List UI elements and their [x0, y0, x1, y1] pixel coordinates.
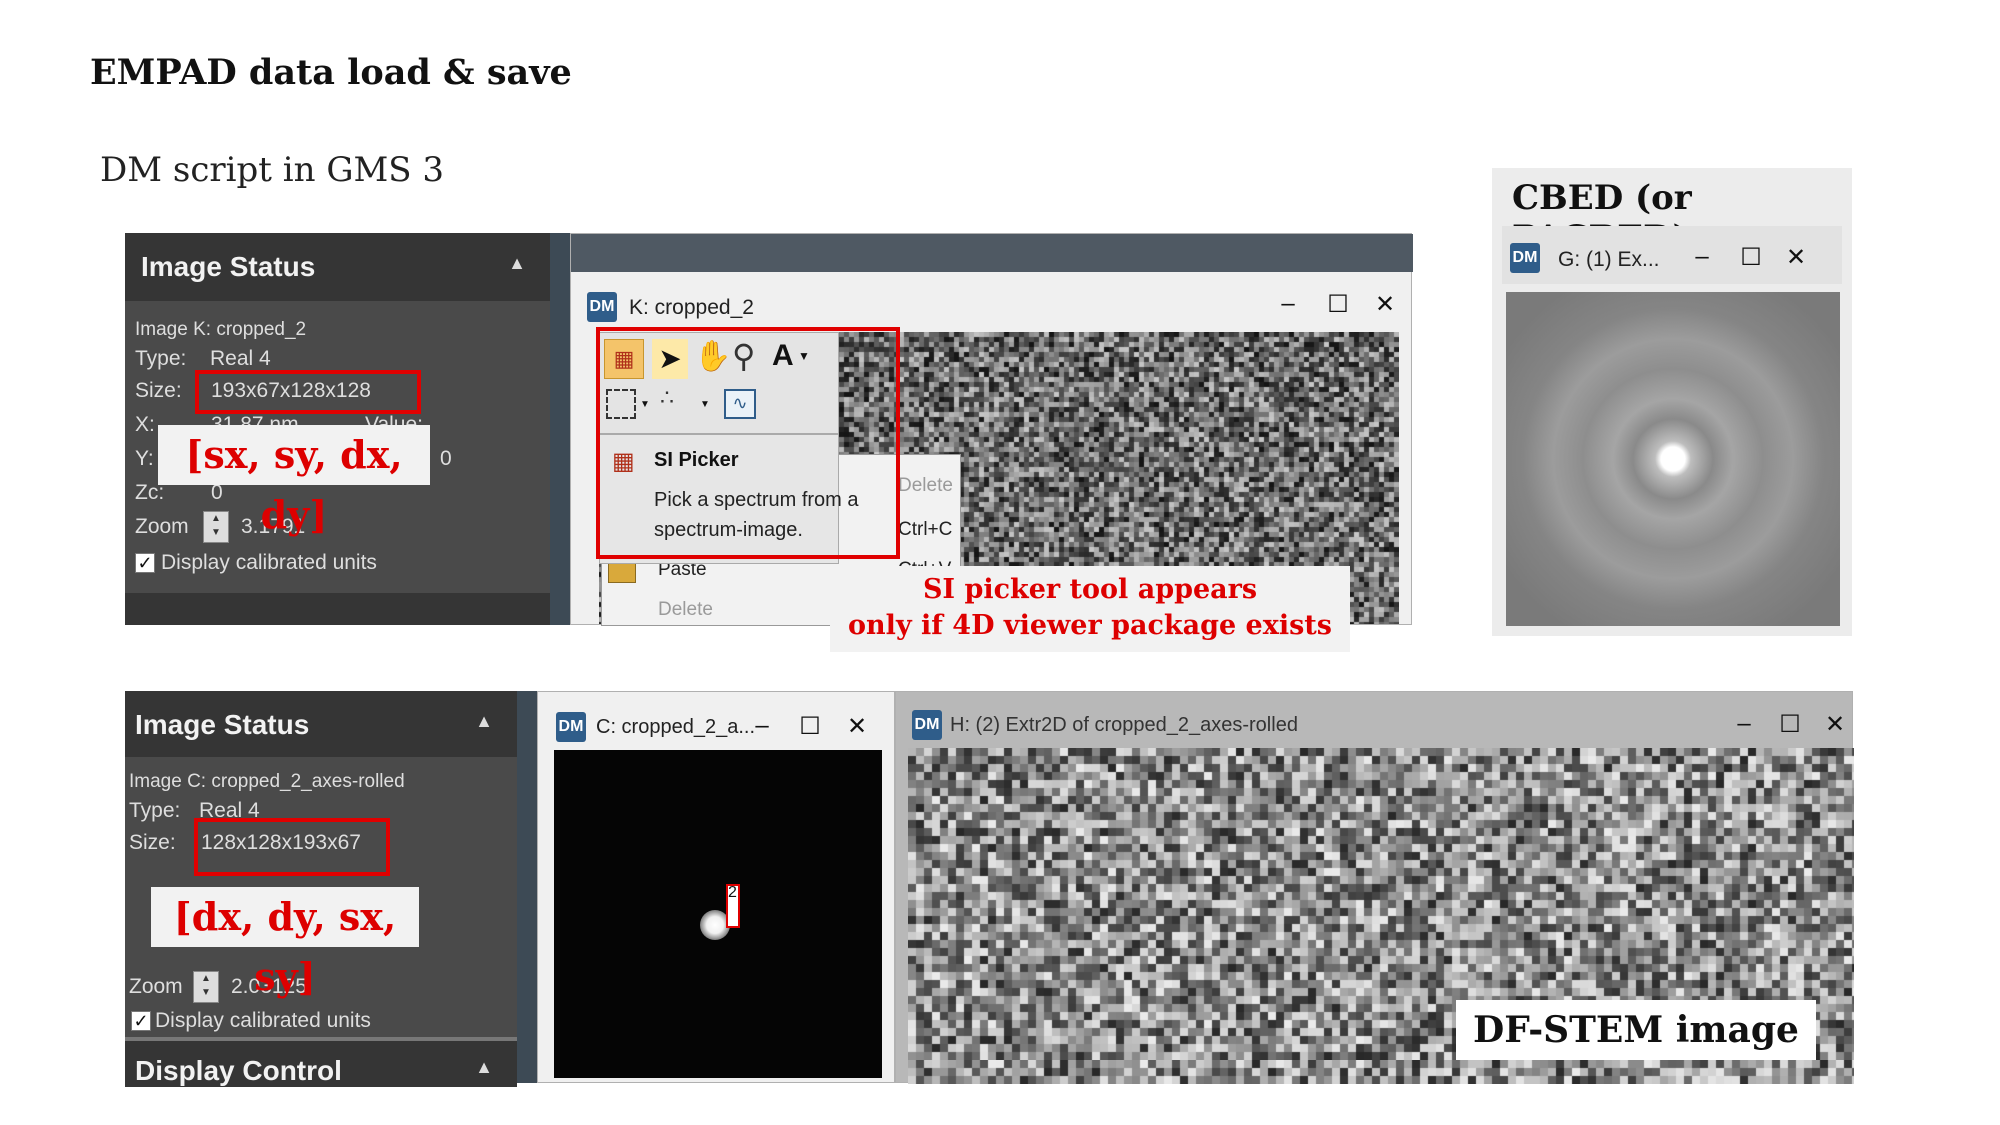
roi-marker[interactable]: 2	[726, 884, 740, 928]
panel-bottom-strip	[125, 593, 550, 625]
display-calibrated-label: Display calibrated units	[155, 1009, 371, 1032]
y-tail: 0	[440, 447, 452, 470]
minimize-button[interactable]: –	[1730, 710, 1758, 738]
cbed-panel: CBED (or PACBED) DM G: (1) Ex... – ☐ ✕	[1492, 168, 1852, 636]
type-label: Type:	[135, 347, 187, 370]
window-k-top-strip	[571, 234, 1413, 272]
size-highlight-box	[194, 818, 390, 876]
menu-shortcut-copy: Ctrl+C	[898, 519, 953, 540]
maximize-button[interactable]: ☐	[796, 712, 824, 741]
close-button[interactable]: ✕	[843, 712, 871, 741]
df-stem-label: DF-STEM image	[1456, 1000, 1816, 1060]
maximize-button[interactable]: ☐	[1737, 243, 1765, 272]
close-button[interactable]: ✕	[1371, 290, 1399, 319]
window-h-title: H: (2) Extr2D of cropped_2_axes-rolled	[950, 714, 1298, 736]
maximize-button[interactable]: ☐	[1324, 290, 1352, 319]
display-control-title: Display Control	[135, 1055, 342, 1086]
close-button[interactable]: ✕	[1782, 243, 1810, 272]
size-label: Size:	[135, 379, 182, 402]
roi-marker-label: 2	[728, 884, 737, 901]
image-status-header[interactable]: Image Status ▲	[125, 691, 517, 757]
si-note-line2: only if 4D viewer package exists	[848, 610, 1332, 641]
menu-item-delete-bottom[interactable]: Delete	[658, 599, 713, 621]
window-c-title: C: cropped_2_a...	[596, 716, 755, 738]
zoom-label: Zoom	[135, 515, 189, 538]
dm-app-icon: DM	[1510, 243, 1540, 273]
si-picker-highlight-box	[596, 327, 900, 559]
image-status-title: Image Status	[135, 709, 310, 740]
type-value: Real 4	[210, 347, 271, 370]
zoom-stepper[interactable]: ▲ ▼	[203, 511, 229, 543]
paste-icon	[608, 561, 636, 583]
minimize-button[interactable]: –	[748, 712, 776, 740]
panel-separator-top	[550, 233, 570, 625]
dm-app-icon: DM	[912, 710, 942, 740]
collapse-icon[interactable]: ▲	[508, 253, 526, 274]
x-label: X:	[135, 413, 155, 436]
image-status-header[interactable]: Image Status ▲	[125, 233, 550, 301]
display-calibrated-label: Display calibrated units	[161, 551, 377, 574]
si-note-line1: SI picker tool appears	[922, 574, 1258, 605]
display-calibrated-checkbox[interactable]: ✓	[131, 1011, 151, 1031]
image-name-line: Image C: cropped_2_axes-rolled	[129, 771, 405, 792]
size-highlight-box	[195, 370, 421, 414]
menu-item-delete-top[interactable]: Delete	[898, 475, 953, 497]
bottom-size-annotation: [dx, dy, sx, sy]	[151, 887, 419, 999]
display-calibrated-checkbox[interactable]: ✓	[135, 553, 155, 573]
collapse-icon[interactable]: ▲	[475, 711, 493, 732]
diffraction-image[interactable]: 2	[554, 750, 882, 1078]
dm-app-icon: DM	[587, 292, 617, 322]
window-c: DM C: cropped_2_a... – ☐ ✕ 2	[537, 691, 895, 1083]
minimize-button[interactable]: –	[1274, 290, 1302, 318]
image-status-title: Image Status	[141, 251, 316, 282]
si-picker-note: SI picker tool appears only if 4D viewer…	[830, 566, 1350, 652]
minimize-button[interactable]: –	[1688, 243, 1716, 271]
collapse-icon[interactable]: ▲	[475, 1057, 493, 1078]
image-name-line: Image K: cropped_2	[135, 319, 307, 340]
zoom-stepper[interactable]: ▲ ▼	[193, 971, 219, 1003]
y-label: Y:	[135, 447, 154, 470]
close-button[interactable]: ✕	[1821, 710, 1849, 739]
cbed-window-title: G: (1) Ex...	[1558, 248, 1660, 271]
size-label: Size:	[129, 831, 176, 854]
dm-app-icon: DM	[556, 712, 586, 742]
display-control-header[interactable]: Display Control ▲	[125, 1037, 517, 1087]
page-subtitle: DM script in GMS 3	[100, 150, 445, 190]
type-label: Type:	[129, 799, 181, 822]
cbed-pattern-image[interactable]	[1506, 292, 1840, 626]
maximize-button[interactable]: ☐	[1776, 710, 1804, 739]
zoom-label: Zoom	[129, 975, 183, 998]
page-title: EMPAD data load & save	[90, 52, 572, 93]
panel-separator-bottom	[517, 691, 537, 1083]
top-size-annotation: [sx, sy, dx, dy]	[158, 425, 430, 537]
window-k-title: K: cropped_2	[629, 296, 754, 319]
